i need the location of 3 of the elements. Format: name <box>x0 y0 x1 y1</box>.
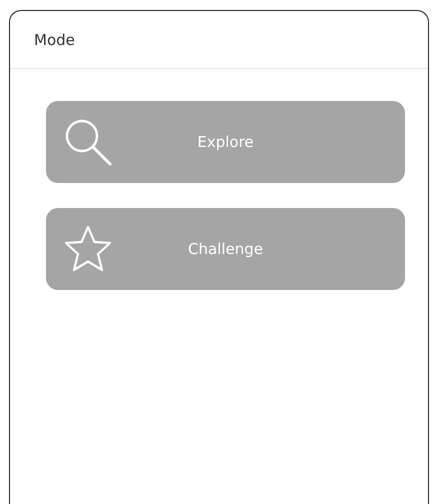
mode-button[interactable]: Explore <box>46 101 405 183</box>
mode-button[interactable]: Challenge <box>46 208 405 290</box>
panel-title: Mode <box>34 30 75 48</box>
